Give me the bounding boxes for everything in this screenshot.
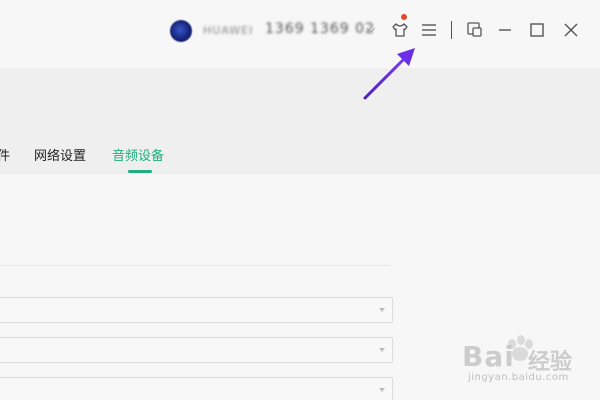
- caret-down-icon: [379, 308, 385, 312]
- caret-down-icon: [379, 388, 385, 392]
- watermark-url: jingyan.baidu.com: [468, 372, 569, 383]
- device-select[interactable]: [0, 297, 393, 323]
- settings-tabs: 件 网络设置 音频设备: [0, 134, 600, 174]
- section-divider: [0, 265, 390, 266]
- active-tab-indicator: [128, 170, 152, 173]
- tab-audio-devices[interactable]: 音频设备: [112, 145, 164, 164]
- tab-network-settings[interactable]: 网络设置: [34, 145, 86, 164]
- minimize-icon[interactable]: [495, 20, 515, 40]
- maximize-icon[interactable]: [527, 20, 547, 40]
- close-icon[interactable]: [561, 20, 581, 40]
- avatar[interactable]: [170, 20, 192, 42]
- watermark-brand: Bai: [462, 340, 515, 373]
- app-window: HUAWEI 1369 1369 02 件 网络设置 音频设备 Bai 经验 j…: [0, 0, 600, 400]
- notification-dot: [401, 14, 407, 20]
- tab-files[interactable]: 件: [0, 145, 10, 164]
- device-select[interactable]: [0, 337, 393, 363]
- settings-header: [0, 68, 600, 134]
- account-phone: 1369 1369 02: [265, 21, 375, 37]
- caret-down-icon: [379, 348, 385, 352]
- annotation-arrow-icon: [363, 48, 415, 100]
- hamburger-menu-icon[interactable]: [419, 20, 439, 40]
- titlebar-separator: [451, 21, 452, 39]
- title-bar: HUAWEI 1369 1369 02: [0, 0, 600, 68]
- username-label: HUAWEI: [203, 24, 254, 37]
- chevron-down-icon[interactable]: [364, 23, 378, 37]
- mini-mode-icon[interactable]: [465, 20, 485, 40]
- device-select[interactable]: [0, 377, 393, 400]
- tshirt-icon[interactable]: [390, 20, 410, 40]
